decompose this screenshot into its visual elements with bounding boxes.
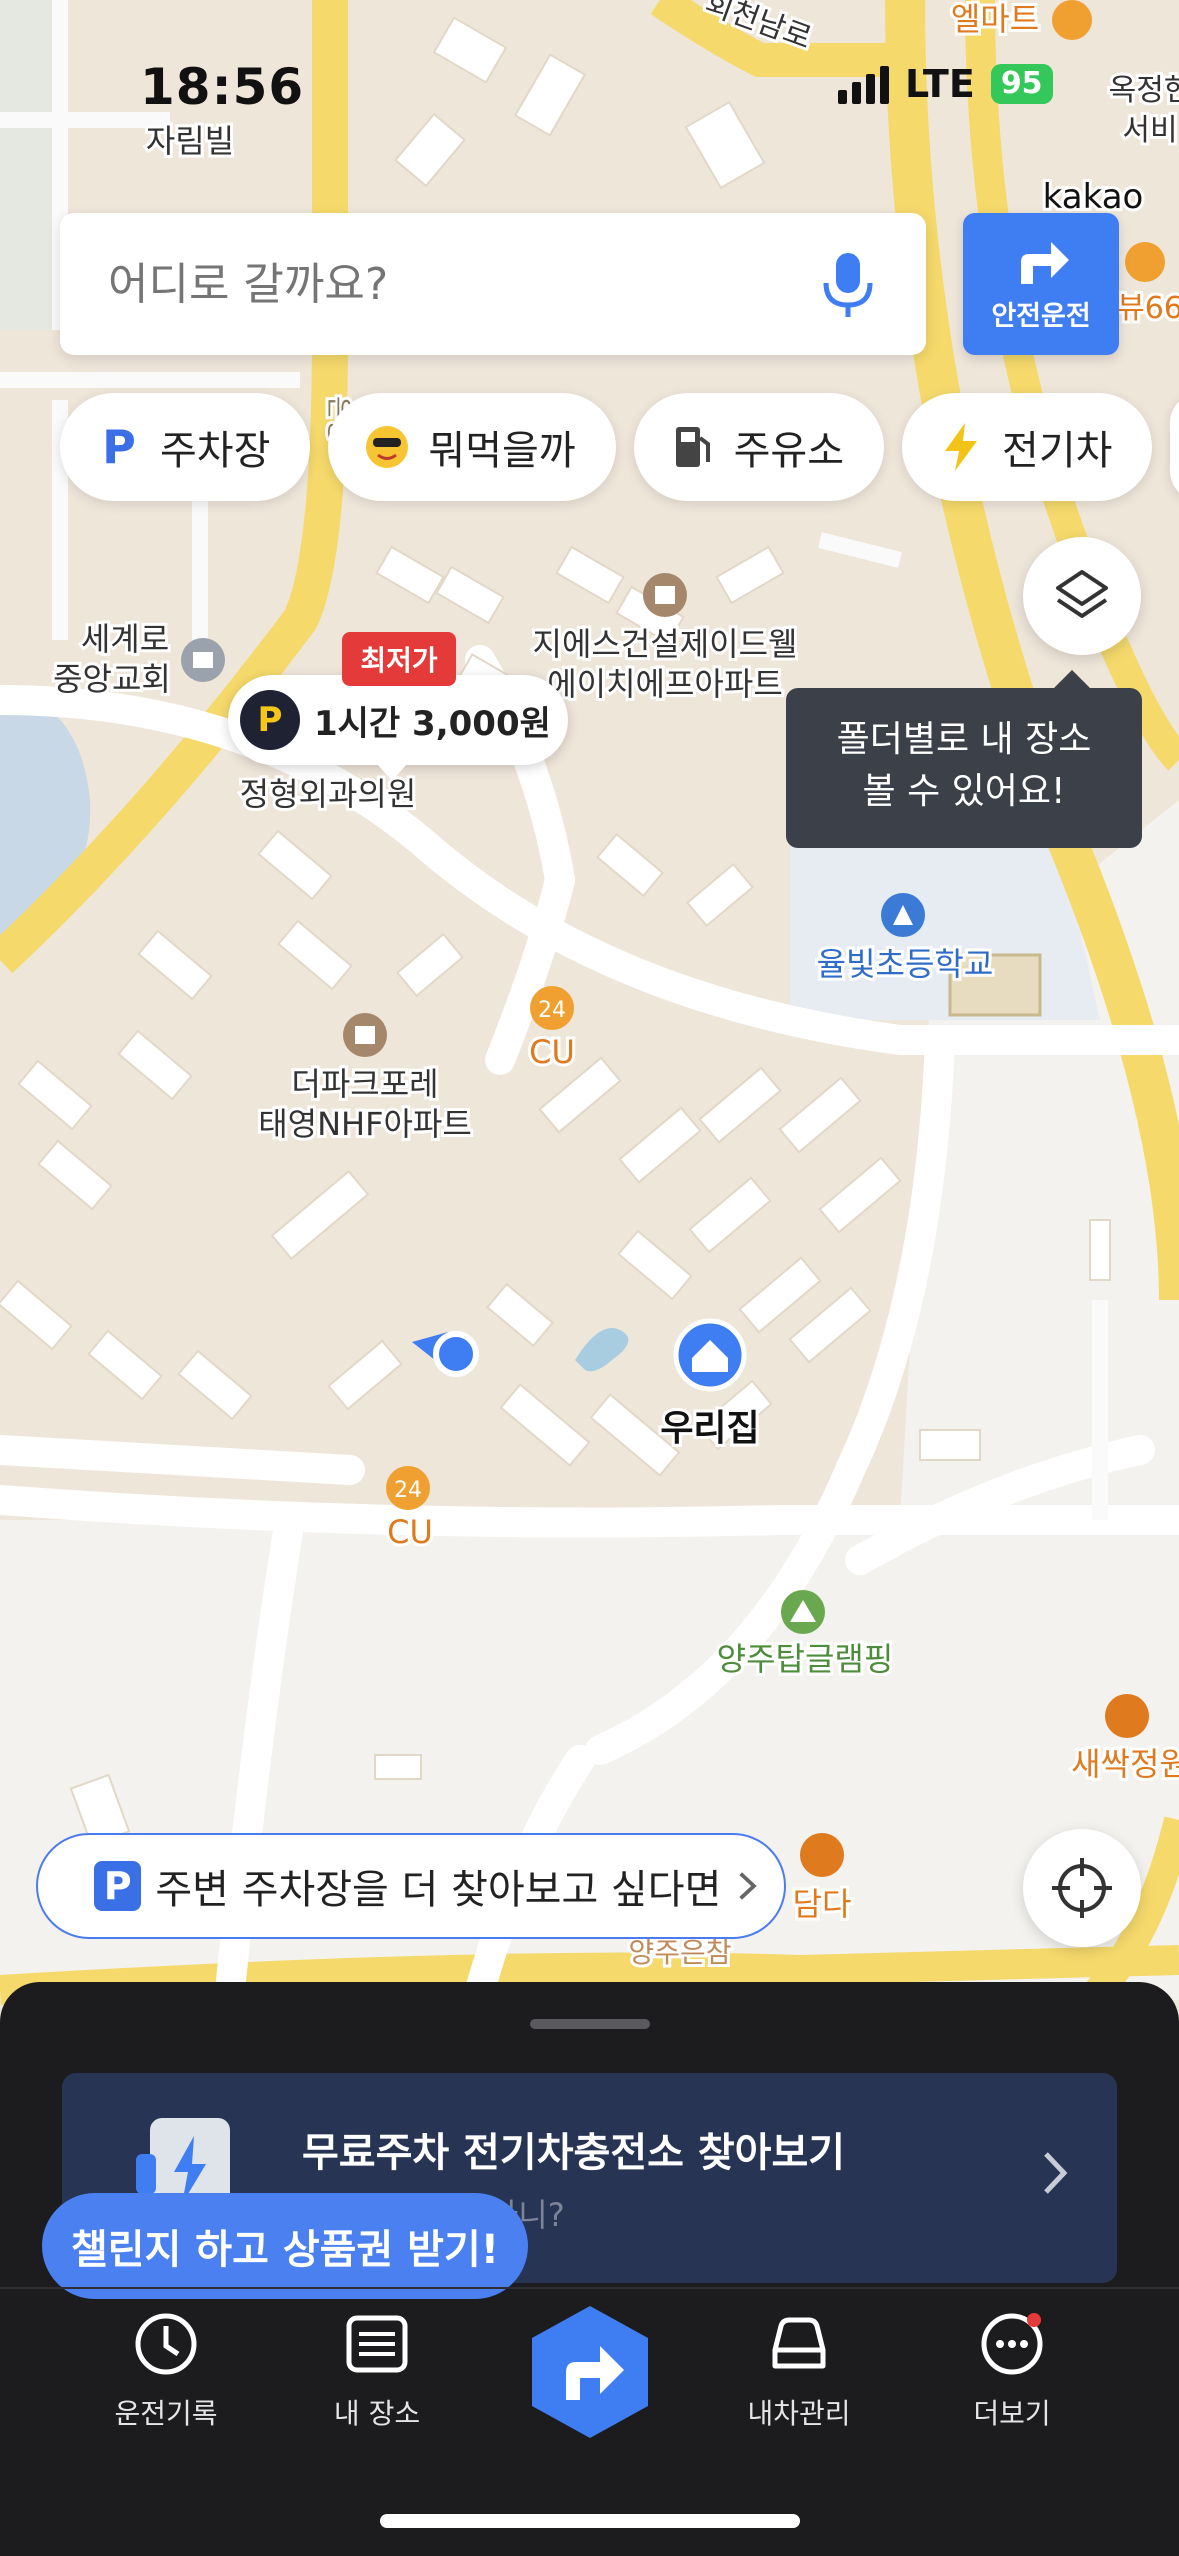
nav-divider — [0, 2287, 1179, 2289]
crosshair-icon — [1052, 1858, 1112, 1918]
gas-pump-icon — [670, 424, 716, 470]
chip-food[interactable]: 뭐먹을까 — [328, 393, 616, 501]
school-icon[interactable] — [881, 893, 925, 937]
chip-gas-station[interactable]: 주유소 — [633, 393, 885, 501]
signal-icon — [838, 64, 889, 104]
chip-ev-charging[interactable]: 전기차 — [902, 393, 1153, 501]
cafe-icon[interactable] — [1125, 242, 1165, 282]
parking-price-marker[interactable]: P 1시간 3,000원 — [228, 675, 568, 781]
nav-label: 운전기록 — [114, 2397, 218, 2430]
network-type: LTE — [905, 62, 975, 106]
map-label-glamping: 양주탑글램핑 — [717, 1640, 894, 1678]
restaurant-icon[interactable] — [800, 1833, 844, 1877]
parking-price: 1시간 3,000원 — [314, 703, 551, 744]
convenience-store-icon[interactable]: 24 — [386, 1466, 430, 1510]
map-label-thepark-2: 태영NHF아파트 — [258, 1105, 472, 1143]
chevron-right-icon — [739, 1872, 758, 1900]
camping-icon[interactable] — [781, 1590, 825, 1634]
map-label-saessak: 새싹정원 — [1071, 1745, 1179, 1783]
nav-my-places[interactable]: 내 장소 — [287, 2310, 467, 2432]
tooltip-line-1: 폴더별로 내 장소 — [836, 719, 1092, 760]
map-label-okjeong-1: 옥정헌 — [1109, 73, 1179, 108]
microphone-icon[interactable] — [818, 249, 878, 319]
chip-parking[interactable]: P 주차장 — [60, 393, 311, 501]
map-label-church-2: 중앙교회 — [53, 660, 171, 698]
lightning-icon — [938, 423, 984, 471]
map-label-emart: 엘마트 — [951, 0, 1039, 38]
chevron-right-icon — [1044, 2152, 1068, 2194]
nav-more[interactable]: 더보기 — [922, 2310, 1102, 2432]
chip-label: 전기차 — [1002, 428, 1113, 474]
navigate-button[interactable] — [526, 2302, 654, 2442]
map-label-kakao: kakao — [1043, 177, 1144, 217]
map-label-cu-1: CU — [529, 1033, 575, 1071]
safe-drive-label: 안전운전 — [991, 300, 1091, 332]
church-icon[interactable] — [181, 638, 225, 682]
nav-label: 내 장소 — [333, 2397, 421, 2430]
nav-label: 내차관리 — [747, 2397, 851, 2430]
battery-indicator: 95 — [990, 64, 1053, 104]
restaurant-icon[interactable] — [1105, 1694, 1149, 1738]
chip-label: 주유소 — [733, 428, 845, 474]
map-label-school: 율빛초등학교 — [817, 945, 994, 983]
folder-tooltip[interactable]: 폴더별로 내 장소 볼 수 있어요! — [786, 670, 1142, 848]
lowest-price-tag: 최저가 — [342, 632, 456, 686]
apartment-icon[interactable] — [643, 573, 687, 617]
car-icon — [772, 2317, 826, 2369]
sheet-handle[interactable] — [530, 2019, 650, 2029]
map-label-home: 우리집 — [660, 1408, 759, 1449]
list-icon — [346, 2315, 408, 2373]
nav-drive-history[interactable]: 운전기록 — [76, 2310, 256, 2432]
convenience-store-icon[interactable]: 24 — [530, 986, 574, 1030]
nav-label: 더보기 — [973, 2397, 1051, 2430]
safe-drive-button[interactable]: 안전운전 — [963, 213, 1119, 355]
home-pin-icon[interactable] — [673, 1318, 747, 1392]
map-label-damda: 담다 — [793, 1885, 852, 1923]
svg-text:24: 24 — [538, 998, 566, 1023]
turn-right-icon — [1021, 241, 1069, 284]
home-indicator — [380, 2514, 800, 2528]
status-indicators: LTE 95 — [838, 62, 1053, 106]
layers-button[interactable] — [1023, 537, 1141, 655]
parking-banner-text: 주변 주차장을 더 찾아보고 싶다면 — [155, 1867, 722, 1913]
challenge-button[interactable]: 챌린지 하고 상품권 받기! — [42, 2193, 528, 2299]
map-label-gs-1: 지에스건설제이드웰 — [533, 625, 798, 663]
apartment-icon[interactable] — [343, 1013, 387, 1057]
layers-icon — [1056, 570, 1108, 618]
chip-label: 뭐먹을까 — [428, 428, 576, 474]
map-label-roadname: 양주은참 — [628, 1936, 731, 1969]
map-label-jarimbil: 자림빌 — [146, 122, 234, 160]
map-label-gs-2: 에이치에프아파트 — [547, 665, 783, 703]
map-label-thepark-1: 더파크포레 — [291, 1065, 438, 1103]
nav-my-car[interactable]: 내차관리 — [709, 2310, 889, 2432]
category-chips: P 주차장 뭐먹을까 주유소 전기차 — [60, 393, 1179, 501]
map-label-okjeong-2: 서비 — [1122, 113, 1177, 148]
status-time: 18:56 — [140, 58, 305, 116]
chip-more[interactable] — [1170, 393, 1179, 501]
parking-icon: P — [94, 1861, 142, 1911]
svg-text:24: 24 — [394, 1478, 422, 1503]
parking-icon: P — [240, 690, 300, 750]
emart-icon[interactable] — [1052, 0, 1092, 40]
clock-icon — [135, 2313, 197, 2375]
chip-label: 주차장 — [160, 428, 271, 474]
parking-icon: P — [102, 420, 136, 474]
search-bar[interactable] — [60, 213, 926, 355]
more-dots-icon — [981, 2313, 1043, 2375]
tooltip-line-2: 볼 수 있어요! — [862, 771, 1066, 812]
promo-title: 무료주차 전기차충전소 찾아보기 — [302, 2130, 846, 2176]
current-location-button[interactable] — [1023, 1829, 1141, 1947]
map-label-church-1: 세계로 — [81, 620, 169, 658]
search-input[interactable] — [108, 258, 818, 310]
nearby-parking-banner[interactable]: P 주변 주차장을 더 찾아보고 싶다면 — [36, 1833, 786, 1939]
map-label-cu-2: CU — [387, 1513, 433, 1551]
smile-face-icon — [364, 424, 410, 470]
map-label-kakao-sub: 뷰66 — [1117, 291, 1179, 326]
